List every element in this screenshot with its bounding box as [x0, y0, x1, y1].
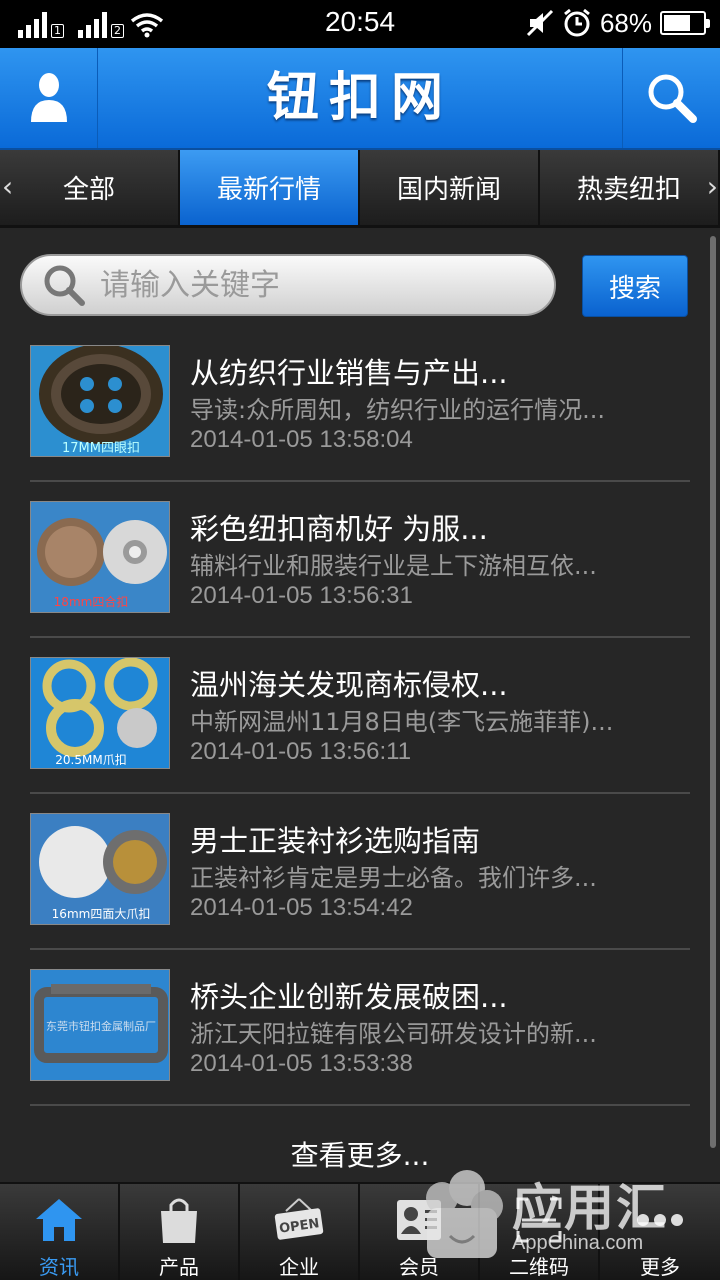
nav-qrcode[interactable]: 二维码	[480, 1184, 600, 1280]
thumb-caption: 20.5MM爪扣	[55, 753, 126, 767]
news-title: 温州海关发现商标侵权...	[190, 668, 508, 702]
news-thumbnail: 东莞市钮扣金属制品厂	[30, 969, 170, 1081]
shopping-bag-icon	[161, 1198, 197, 1243]
news-summary: 正装衬衫肯定是男士必备。我们许多...	[190, 864, 597, 892]
news-title: 男士正装衬衫选购指南	[190, 824, 481, 858]
news-list: 17MM四眼扣 从纺织行业销售与产出... 导读:众所周知，纺织行业的运行情况.…	[30, 326, 690, 1106]
battery-icon	[660, 11, 710, 35]
news-date: 2014-01-05 13:53:38	[190, 1050, 413, 1077]
nav-label: 二维码	[509, 1255, 569, 1279]
load-more-link[interactable]: 查看更多...	[0, 1134, 720, 1174]
news-title: 桥头企业创新发展破困...	[190, 980, 508, 1014]
list-item[interactable]: 东莞市钮扣金属制品厂 桥头企业创新发展破困... 浙江天阳拉链有限公司研发设计的…	[30, 950, 690, 1106]
news-thumbnail: 18mm四合扣	[30, 501, 170, 613]
thumb-caption: 18mm四合扣	[54, 594, 129, 609]
news-title: 从纺织行业销售与产出...	[190, 356, 508, 390]
news-title: 彩色纽扣商机好 为服...	[190, 512, 488, 546]
header-search-button[interactable]	[622, 48, 720, 148]
user-button[interactable]	[0, 48, 98, 148]
nav-label: 资讯	[39, 1255, 79, 1279]
nav-label: 企业	[279, 1255, 319, 1279]
news-thumbnail: 16mm四面大爪扣	[30, 813, 170, 925]
nav-company[interactable]: OPEN 企业	[240, 1184, 360, 1280]
qrcode-icon	[516, 1197, 562, 1242]
battery-percent: 68%	[599, 7, 652, 38]
news-date: 2014-01-05 13:56:11	[190, 738, 412, 765]
tab-domestic-news[interactable]: 国内新闻	[360, 150, 540, 225]
news-summary: 导读:众所周知，纺织行业的运行情况...	[190, 396, 605, 424]
status-right: 68%	[526, 7, 710, 38]
nav-news[interactable]: 资讯	[0, 1184, 120, 1280]
nav-label: 产品	[159, 1255, 199, 1279]
search-submit-button[interactable]: 搜索	[582, 255, 688, 317]
search-icon	[648, 74, 697, 123]
thumb-caption: 东莞市钮扣金属制品厂	[46, 1019, 156, 1033]
app-title: 钮扣网	[266, 68, 453, 128]
status-bar: 1 2 20:54 68%	[0, 0, 720, 48]
tab-scroll-left-icon[interactable]: ‹	[2, 170, 13, 203]
four-hole-button-image: 17MM四眼扣	[31, 346, 169, 456]
app-header: 钮扣网	[0, 48, 720, 150]
news-date: 2014-01-05 13:54:42	[190, 894, 413, 921]
tab-latest-market[interactable]: 最新行情	[180, 150, 360, 225]
user-icon	[30, 73, 67, 122]
news-date: 2014-01-05 13:58:04	[190, 426, 413, 453]
member-card-icon	[397, 1199, 441, 1240]
list-item[interactable]: 18mm四合扣 彩色纽扣商机好 为服... 辅料行业和服装行业是上下游相互依..…	[30, 482, 690, 638]
nav-label: 会员	[399, 1255, 439, 1279]
home-icon	[36, 1198, 82, 1241]
tab-scroll-right-icon[interactable]: ›	[707, 170, 718, 203]
news-date: 2014-01-05 13:56:31	[190, 582, 413, 609]
mute-icon	[526, 9, 554, 37]
nav-member[interactable]: 会员	[360, 1184, 480, 1280]
prong-ring-image: 20.5MM爪扣	[31, 658, 169, 768]
news-thumbnail: 20.5MM爪扣	[30, 657, 170, 769]
open-sign-icon: OPEN	[274, 1197, 324, 1240]
news-summary: 浙江天阳拉链有限公司研发设计的新...	[190, 1020, 597, 1048]
scrollbar[interactable]	[710, 236, 716, 1148]
thumb-caption: 17MM四眼扣	[62, 441, 140, 456]
tab-hot-buttons[interactable]: 热卖纽扣	[540, 150, 720, 225]
search-field-icon	[44, 265, 85, 306]
buckle-image: 东莞市钮扣金属制品厂	[31, 970, 169, 1080]
more-dots-icon	[637, 1213, 683, 1226]
capped-button-image: 16mm四面大爪扣	[31, 814, 169, 924]
nav-more[interactable]: 更多	[600, 1184, 720, 1280]
nav-label: 更多	[640, 1255, 680, 1279]
list-item[interactable]: 20.5MM爪扣 温州海关发现商标侵权... 中新网温州11月8日电(李飞云施菲…	[30, 638, 690, 794]
category-tabs: 全部 最新行情 国内新闻 热卖纽扣 ‹ ›	[0, 150, 720, 228]
thumb-caption: 16mm四面大爪扣	[52, 907, 151, 921]
tab-all[interactable]: 全部	[0, 150, 180, 225]
news-summary: 辅料行业和服装行业是上下游相互依...	[190, 552, 597, 580]
nav-products[interactable]: 产品	[120, 1184, 240, 1280]
list-item[interactable]: 16mm四面大爪扣 男士正装衬衫选购指南 正装衬衫肯定是男士必备。我们许多...…	[30, 794, 690, 950]
news-summary: 中新网温州11月8日电(李飞云施菲菲)...	[190, 708, 614, 736]
search-input[interactable]	[100, 267, 520, 303]
snap-button-image: 18mm四合扣	[31, 502, 169, 612]
alarm-icon	[564, 8, 590, 37]
search-field[interactable]	[20, 254, 556, 316]
list-item[interactable]: 17MM四眼扣 从纺织行业销售与产出... 导读:众所周知，纺织行业的运行情况.…	[30, 326, 690, 482]
bottom-nav: 资讯 产品 OPEN 企业 会员 二维码 更多	[0, 1182, 720, 1280]
news-thumbnail: 17MM四眼扣	[30, 345, 170, 457]
